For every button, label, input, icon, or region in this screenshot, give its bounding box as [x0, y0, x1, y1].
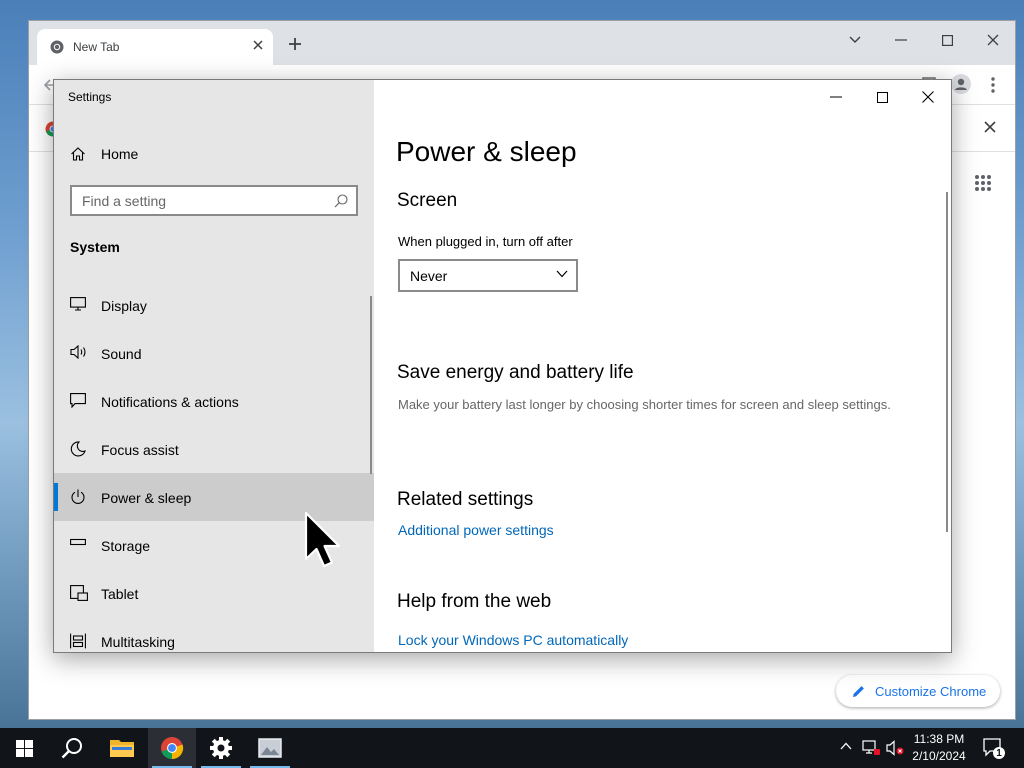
new-tab-plus-icon[interactable] [288, 37, 302, 51]
settings-window-title: Settings [68, 90, 112, 104]
profile-avatar-icon[interactable] [951, 74, 971, 94]
chrome-maximize-icon[interactable] [932, 29, 962, 51]
folder-icon [110, 738, 134, 758]
page-title: Power & sleep [396, 136, 577, 167]
save-energy-heading: Save energy and battery life [397, 362, 634, 383]
sidebar-item-display[interactable]: Display [54, 281, 374, 329]
clock-time: 11:38 PM [913, 732, 965, 746]
sidebar-item-label: Display [101, 298, 147, 314]
chrome-tab-strip: New Tab [29, 21, 1015, 65]
sidebar-item-tablet[interactable]: Tablet [54, 569, 374, 617]
customize-chrome-label: Customize Chrome [875, 683, 987, 699]
windows-logo-icon [15, 739, 33, 757]
sidebar-item-sound[interactable]: Sound [54, 329, 374, 377]
sidebar-item-home[interactable]: Home [54, 132, 374, 176]
screen-off-label: When plugged in, turn off after [398, 234, 573, 249]
settings-search-box[interactable] [70, 185, 358, 216]
multitasking-icon [70, 633, 86, 649]
sidebar-item-notifications[interactable]: Notifications & actions [54, 377, 374, 425]
sidebar-item-multitasking[interactable]: Multitasking [54, 617, 374, 652]
settings-content: Power & sleep Screen When plugged in, tu… [374, 80, 951, 652]
sidebar-item-label: Sound [101, 346, 142, 362]
sidebar-item-label: Home [101, 146, 139, 162]
tab-close-icon[interactable] [253, 40, 263, 50]
chrome-logo-icon [160, 736, 184, 760]
taskbar-search-button[interactable] [48, 728, 96, 768]
mouse-cursor-icon [304, 511, 344, 569]
screen-heading: Screen [397, 190, 458, 211]
settings-window: Settings Home System Display Sound [53, 79, 952, 653]
save-energy-description: Make your battery last longer by choosin… [398, 397, 891, 412]
taskbar-settings[interactable] [197, 728, 245, 768]
customize-chrome-button[interactable]: Customize Chrome [836, 675, 1000, 707]
system-clock[interactable]: 11:38 PM 2/10/2024 [904, 731, 974, 765]
sidebar-item-label: Multitasking [101, 634, 175, 650]
tab-title: New Tab [73, 40, 120, 54]
settings-minimize-icon[interactable] [816, 86, 856, 108]
settings-search-input[interactable] [72, 187, 356, 214]
moon-icon [70, 441, 86, 457]
selected-indicator [54, 483, 58, 511]
network-icon[interactable] [862, 740, 880, 756]
chevron-down-icon [556, 270, 568, 278]
notification-count-badge: 1 [996, 748, 1002, 759]
start-button[interactable] [0, 728, 48, 768]
tab-search-chevron-icon[interactable] [840, 29, 870, 51]
content-scrollbar[interactable] [946, 192, 948, 532]
search-icon [61, 737, 83, 759]
additional-power-settings-link[interactable]: Additional power settings [398, 522, 554, 538]
chrome-menu-kebab-icon[interactable] [991, 77, 995, 93]
taskbar-photos-app[interactable] [246, 728, 294, 768]
image-app-icon [258, 738, 282, 758]
search-icon [334, 194, 348, 208]
clock-date: 2/10/2024 [912, 749, 966, 763]
volume-muted-icon[interactable] [886, 740, 904, 756]
chevron-up-icon[interactable] [840, 742, 852, 750]
pencil-icon [852, 685, 865, 698]
chrome-minimize-icon[interactable] [886, 29, 916, 51]
monitor-icon [70, 297, 86, 311]
screen-off-value: Never [410, 268, 448, 284]
sidebar-item-label: Power & sleep [101, 490, 192, 506]
related-settings-heading: Related settings [397, 489, 534, 510]
sidebar-item-focus-assist[interactable]: Focus assist [54, 425, 374, 473]
gear-icon [210, 737, 232, 759]
infobar-close-icon[interactable] [984, 121, 996, 133]
tablet-icon [70, 585, 88, 601]
category-heading-system: System [70, 239, 120, 255]
notification-icon [70, 393, 86, 408]
chrome-tab-new-tab[interactable]: New Tab [37, 29, 273, 65]
power-icon [70, 489, 86, 505]
taskbar-file-explorer[interactable] [98, 728, 146, 768]
settings-close-icon[interactable] [908, 86, 948, 108]
home-icon [70, 146, 86, 162]
taskbar: 11:38 PM 2/10/2024 1 [0, 728, 1024, 768]
taskbar-chrome[interactable] [148, 728, 196, 768]
speaker-icon [70, 345, 88, 359]
chrome-favicon-icon [50, 40, 64, 54]
lock-windows-pc-link[interactable]: Lock your Windows PC automatically [398, 632, 628, 648]
google-apps-grid-icon[interactable] [974, 174, 992, 192]
sidebar-item-label: Tablet [101, 586, 139, 602]
sidebar-scrollbar[interactable] [370, 296, 372, 474]
screen-off-dropdown[interactable]: Never [398, 259, 578, 292]
sidebar-item-label: Notifications & actions [101, 394, 239, 410]
chrome-close-icon[interactable] [978, 29, 1008, 51]
sidebar-item-label: Focus assist [101, 442, 179, 458]
settings-maximize-icon[interactable] [862, 86, 902, 108]
help-from-web-heading: Help from the web [397, 591, 552, 612]
sidebar-item-label: Storage [101, 538, 151, 554]
storage-icon [70, 537, 86, 547]
